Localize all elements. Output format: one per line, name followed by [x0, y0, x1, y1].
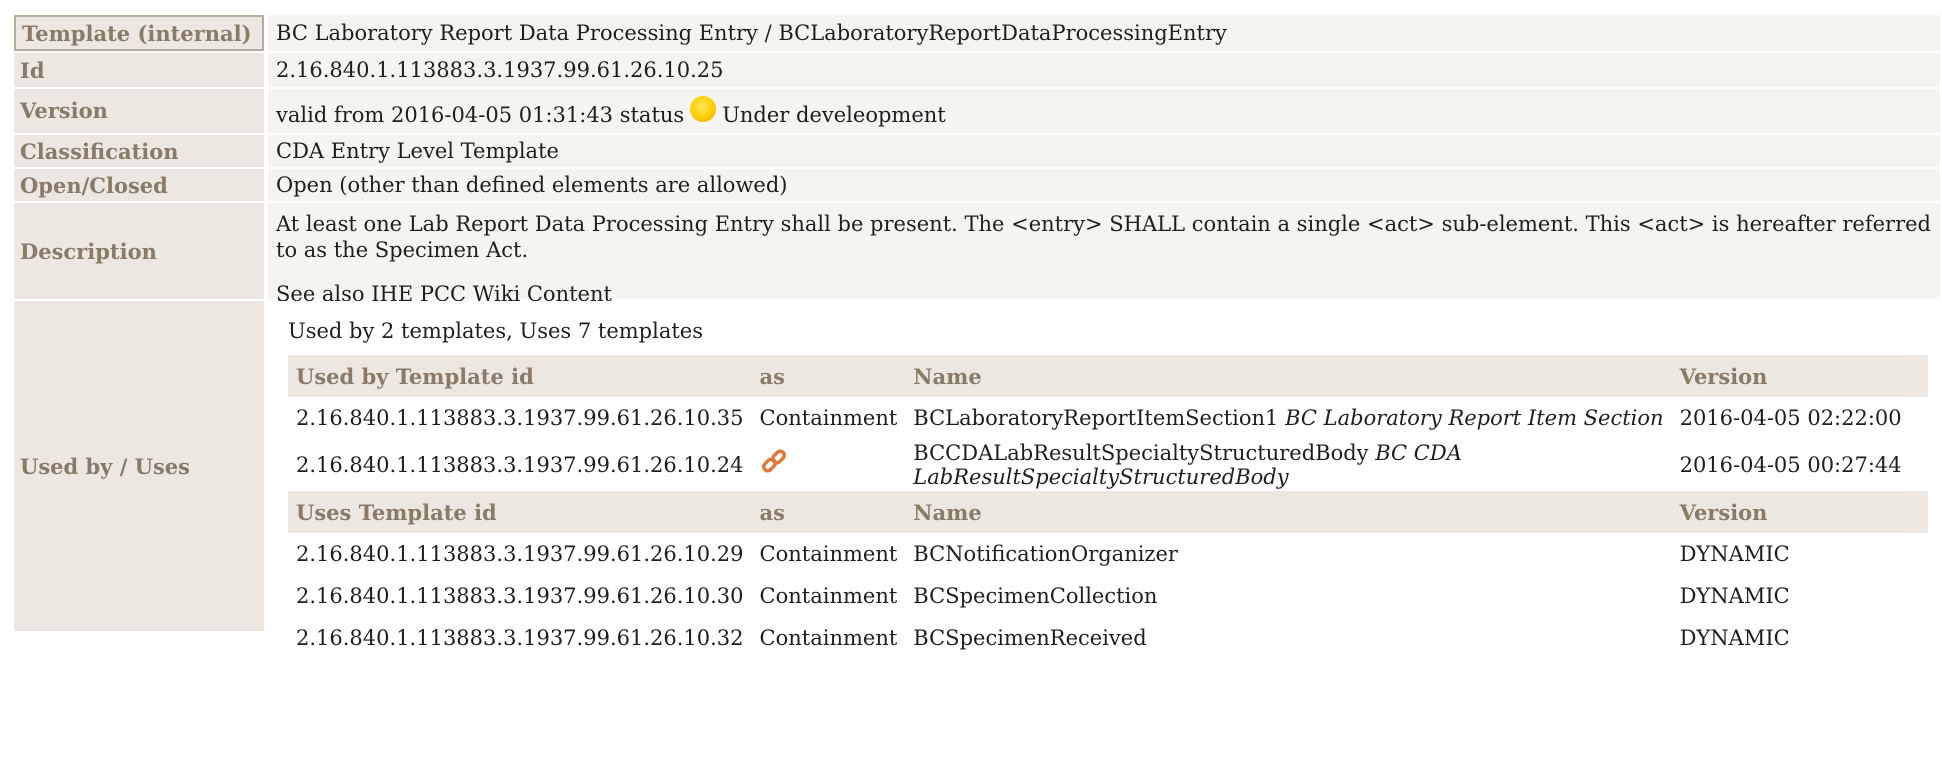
row-open-closed: Open/Closed Open (other than defined ele… — [10, 169, 1940, 201]
template-version: DYNAMIC — [1679, 584, 1790, 608]
classification-value: CDA Entry Level Template — [268, 135, 1940, 167]
template-id-link[interactable]: 2.16.840.1.113883.3.1937.99.61.26.10.29 — [288, 533, 752, 575]
version-label: Version — [14, 89, 264, 133]
relation-type: Containment — [759, 584, 898, 608]
template-name-text[interactable]: BCCDALabResultSpecialtyStructuredBody — [913, 441, 1368, 465]
template-id-link[interactable]: 2.16.840.1.113883.3.1937.99.61.26.10.32 — [288, 617, 752, 659]
used-by-uses-table: Used by Template id as Name Version 2.16… — [288, 355, 1928, 659]
description-text: At least one Lab Report Data Processing … — [276, 212, 1932, 262]
template-name[interactable]: BCCDALabResultSpecialtyStructuredBody BC… — [905, 439, 1671, 491]
template-id-link[interactable]: 2.16.840.1.113883.3.1937.99.61.26.10.24 — [288, 439, 752, 491]
template-version: DYNAMIC — [1679, 542, 1790, 566]
used-by-value: Used by 2 templates, Uses 7 templates Us… — [268, 301, 1940, 650]
id-value: 2.16.840.1.113883.3.1937.99.61.26.10.25 — [268, 53, 1940, 87]
table-row: 2.16.840.1.113883.3.1937.99.61.26.10.30 … — [288, 575, 1928, 617]
row-template: Template (internal) BC Laboratory Report… — [10, 15, 1940, 51]
template-id-link[interactable]: 2.16.840.1.113883.3.1937.99.61.26.10.35 — [288, 397, 752, 439]
link-icon[interactable] — [760, 448, 788, 483]
description-value: At least one Lab Report Data Processing … — [268, 203, 1940, 306]
header-uses-template-id: Uses Template id — [288, 491, 752, 533]
template-name[interactable]: BCNotificationOrganizer — [905, 533, 1671, 575]
id-label: Id — [14, 53, 264, 87]
template-id-link[interactable]: 2.16.840.1.113883.3.1937.99.61.26.10.30 — [288, 575, 752, 617]
header-version: Version — [1671, 355, 1928, 397]
template-version: 2016-04-05 02:22:00 — [1679, 406, 1902, 430]
status-dot-icon — [690, 96, 717, 122]
template-detail-table: Template (internal) BC Laboratory Report… — [10, 9, 1942, 769]
open-closed-label: Open/Closed — [14, 169, 264, 201]
version-status: Under develeopment — [722, 103, 946, 127]
template-display-name: BC Laboratory Report Item Section — [1285, 406, 1664, 430]
template-name[interactable]: BCLaboratoryReportItemSection1 BC Labora… — [905, 397, 1671, 439]
template-name-text[interactable]: BCLaboratoryReportItemSection1 — [913, 406, 1278, 430]
table-row: 2.16.840.1.113883.3.1937.99.61.26.10.24 — [288, 439, 1928, 491]
header-name: Name — [905, 491, 1672, 533]
header-version: Version — [1671, 491, 1928, 533]
header-as: as — [751, 355, 906, 397]
row-description: Description At least one Lab Report Data… — [10, 203, 1940, 306]
used-by-label: Used by / Uses — [14, 301, 264, 631]
used-by-summary: Used by 2 templates, Uses 7 templates — [288, 319, 703, 343]
row-classification: Classification CDA Entry Level Template — [10, 135, 1940, 167]
template-label: Template (internal) — [14, 15, 264, 51]
open-closed-value: Open (other than defined elements are al… — [268, 169, 1940, 201]
row-id: Id 2.16.840.1.113883.3.1937.99.61.26.10.… — [10, 53, 1940, 87]
version-prefix: valid from 2016-04-05 01:31:43 status — [276, 103, 685, 127]
row-used-by: Used by / Uses Used by 2 templates, Uses… — [10, 301, 1940, 650]
table-row: 2.16.840.1.113883.3.1937.99.61.26.10.35 … — [288, 397, 1928, 439]
table-row: 2.16.840.1.113883.3.1937.99.61.26.10.32 … — [288, 617, 1928, 659]
relation-type: Containment — [759, 542, 898, 566]
header-used-by-template-id: Used by Template id — [288, 355, 752, 397]
classification-label: Classification — [14, 135, 264, 167]
relation-type — [752, 439, 906, 491]
used-by-header-row: Used by Template id as Name Version — [288, 355, 1928, 397]
uses-header-row: Uses Template id as Name Version — [288, 491, 1928, 533]
version-value: valid from 2016-04-05 01:31:43 status Un… — [268, 89, 1940, 133]
template-name[interactable]: BCSpecimenCollection — [905, 575, 1671, 617]
relation-type: Containment — [759, 626, 898, 650]
description-label: Description — [14, 203, 264, 299]
row-version: Version valid from 2016-04-05 01:31:43 s… — [10, 89, 1940, 133]
table-row: 2.16.840.1.113883.3.1937.99.61.26.10.29 … — [288, 533, 1928, 575]
template-value: BC Laboratory Report Data Processing Ent… — [268, 15, 1940, 51]
template-version: 2016-04-05 00:27:44 — [1679, 453, 1902, 477]
template-name[interactable]: BCSpecimenReceived — [905, 617, 1671, 659]
template-version: DYNAMIC — [1679, 626, 1790, 650]
header-name: Name — [905, 355, 1672, 397]
relation-type: Containment — [759, 406, 898, 430]
header-as: as — [751, 491, 906, 533]
